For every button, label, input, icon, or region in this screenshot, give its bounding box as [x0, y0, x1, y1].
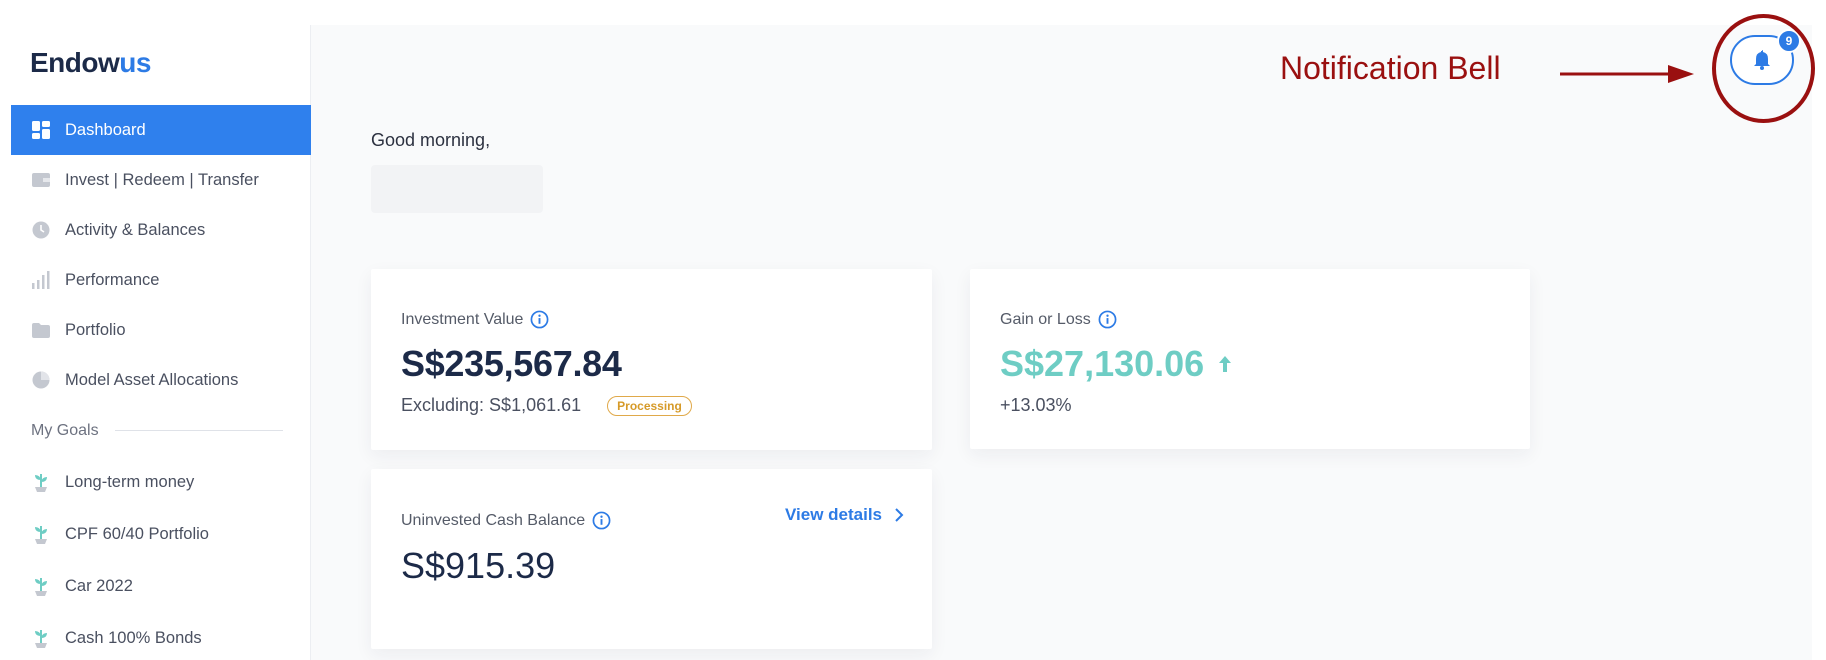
section-divider: [114, 430, 283, 431]
sidebar-item-label: Model Asset Allocations: [65, 370, 239, 389]
main-content: Good morning, Investment Value S$235,567…: [311, 25, 1812, 660]
uninvested-cash-card: Uninvested Cash Balance View details S$9…: [371, 469, 932, 649]
info-icon[interactable]: [530, 310, 549, 329]
investment-value-label: Investment Value: [401, 310, 549, 329]
processing-badge: Processing: [607, 395, 692, 416]
gain-loss-amount-row: S$27,130.06: [1000, 343, 1232, 385]
uninvested-cash-label: Uninvested Cash Balance: [401, 511, 611, 530]
gain-loss-amount: S$27,130.06: [1000, 343, 1205, 384]
sidebar-item-label: Portfolio: [65, 320, 126, 339]
bar-chart-icon: [31, 270, 51, 290]
my-goals-section-label: My Goals: [11, 405, 311, 456]
investment-excluding-row: Excluding: S$1,061.61 Processing: [401, 395, 692, 416]
sidebar-nav: Dashboard Invest | Redeem | Transfer Act…: [11, 105, 311, 660]
goal-item-label: CPF 60/40 Portfolio: [65, 524, 209, 543]
plant-icon: [35, 578, 47, 596]
sidebar-item-performance[interactable]: Performance: [11, 255, 311, 305]
investment-value-amount: S$235,567.84: [401, 343, 622, 384]
chevron-right-icon: [895, 508, 904, 522]
sidebar-item-dashboard[interactable]: Dashboard: [11, 105, 311, 155]
sidebar-item-label: Dashboard: [65, 120, 146, 139]
sidebar-item-invest[interactable]: Invest | Redeem | Transfer: [11, 155, 311, 205]
clock-icon: [31, 220, 51, 240]
goal-item-long-term-money[interactable]: Long-term money: [11, 456, 311, 508]
view-details-link[interactable]: View details: [785, 505, 904, 525]
goal-item-cash-bonds[interactable]: Cash 100% Bonds: [11, 612, 311, 660]
dashboard-icon: [31, 120, 51, 140]
user-name-placeholder: [371, 165, 543, 213]
wallet-icon: [31, 170, 51, 190]
goal-item-cpf-60-40[interactable]: CPF 60/40 Portfolio: [11, 508, 311, 560]
sidebar: Endowus Dashboard Invest | Redeem | Tran…: [0, 25, 311, 660]
goal-item-car-2022[interactable]: Car 2022: [11, 560, 311, 612]
uninvested-cash-amount: S$915.39: [401, 545, 556, 586]
goal-item-label: Long-term money: [65, 472, 195, 491]
pie-chart-icon: [31, 370, 51, 390]
sidebar-item-label: Performance: [65, 270, 160, 289]
goal-item-label: Cash 100% Bonds: [65, 628, 202, 647]
endowus-logo[interactable]: Endowus: [30, 47, 151, 79]
sidebar-item-label: Activity & Balances: [65, 220, 206, 239]
gain-loss-card: Gain or Loss S$27,130.06 +13.03%: [970, 269, 1530, 449]
annotation-circle: [1712, 14, 1815, 123]
annotation-arrow: [1560, 65, 1694, 83]
plant-icon: [35, 526, 47, 544]
sidebar-item-label: Invest | Redeem | Transfer: [65, 170, 259, 189]
arrow-up-icon: [1219, 356, 1232, 372]
gain-loss-label: Gain or Loss: [1000, 310, 1117, 329]
greeting-text: Good morning,: [371, 130, 491, 150]
sidebar-item-activity[interactable]: Activity & Balances: [11, 205, 311, 255]
sidebar-item-portfolio[interactable]: Portfolio: [11, 305, 311, 355]
folder-icon: [31, 320, 51, 340]
plant-icon: [35, 474, 47, 492]
sidebar-item-model-allocations[interactable]: Model Asset Allocations: [11, 355, 311, 405]
annotation-label: Notification Bell: [1280, 50, 1501, 86]
plant-icon: [35, 630, 47, 648]
gain-loss-percent: +13.03%: [1000, 395, 1072, 415]
investment-value-card: Investment Value S$235,567.84 Excluding:…: [371, 269, 932, 450]
goal-item-label: Car 2022: [65, 576, 133, 595]
info-icon[interactable]: [1098, 310, 1117, 329]
info-icon[interactable]: [592, 511, 611, 530]
investment-excluding-text: Excluding: S$1,061.61: [401, 395, 582, 415]
